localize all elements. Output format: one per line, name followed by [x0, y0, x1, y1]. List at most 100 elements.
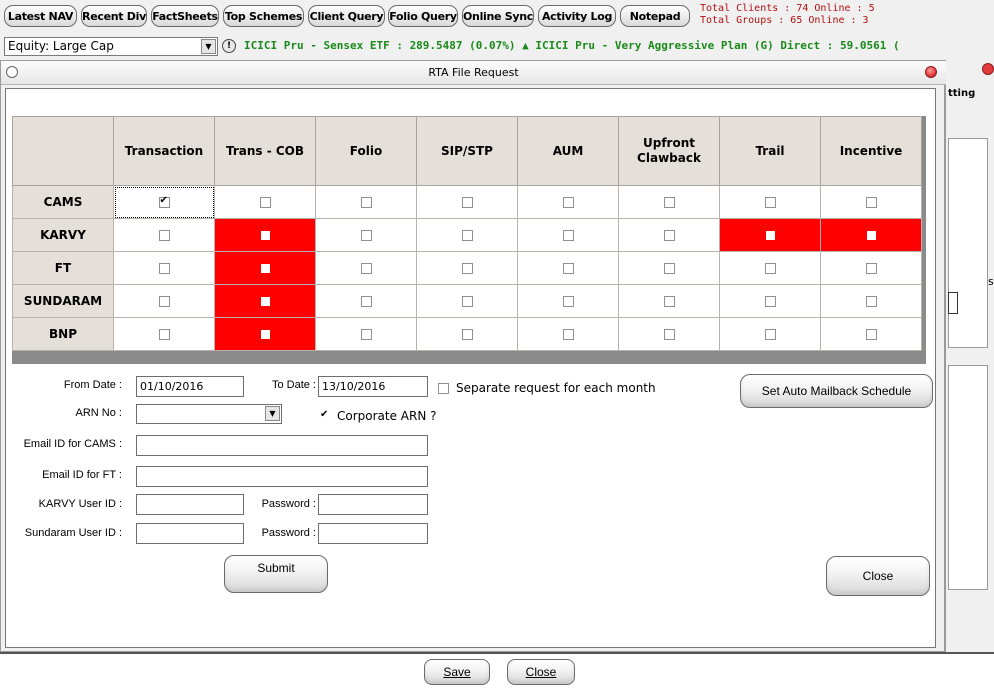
- category-select[interactable]: Equity: Large Cap ▼: [4, 37, 218, 56]
- grid-checkbox[interactable]: [360, 329, 372, 340]
- grid-cell[interactable]: [113, 317, 215, 351]
- grid-cell[interactable]: [820, 251, 922, 285]
- from-date-field[interactable]: 01/10/2016: [136, 376, 244, 397]
- grid-cell[interactable]: [618, 317, 720, 351]
- grid-cell[interactable]: [618, 185, 720, 219]
- grid-cell[interactable]: [820, 284, 922, 318]
- recent-div-button[interactable]: Recent Div: [81, 5, 147, 27]
- grid-cell[interactable]: [517, 317, 619, 351]
- chevron-down-icon[interactable]: ▼: [265, 406, 280, 421]
- grid-cell[interactable]: [214, 317, 316, 351]
- grid-cell[interactable]: [820, 185, 922, 219]
- corporate-arn-checkbox[interactable]: [319, 409, 330, 422]
- grid-cell[interactable]: [517, 218, 619, 252]
- grid-checkbox[interactable]: [260, 330, 270, 339]
- sundaram-user-field[interactable]: [136, 523, 244, 544]
- grid-cell[interactable]: [618, 218, 720, 252]
- grid-checkbox[interactable]: [562, 197, 574, 208]
- client-query-button[interactable]: Client Query: [308, 5, 385, 27]
- grid-checkbox[interactable]: [764, 263, 776, 274]
- grid-checkbox[interactable]: [663, 329, 675, 340]
- grid-cell[interactable]: [315, 218, 417, 252]
- close-button[interactable]: Close: [826, 556, 930, 596]
- grid-checkbox[interactable]: [360, 263, 372, 274]
- sundaram-password-field[interactable]: [318, 523, 428, 544]
- bottom-close-button[interactable]: Close: [507, 659, 575, 685]
- folio-query-button[interactable]: Folio Query: [388, 5, 458, 27]
- grid-checkbox[interactable]: [865, 296, 877, 307]
- grid-cell[interactable]: [820, 218, 922, 252]
- grid-cell[interactable]: [618, 251, 720, 285]
- grid-cell[interactable]: [315, 185, 417, 219]
- grid-cell[interactable]: [719, 317, 821, 351]
- grid-checkbox[interactable]: [663, 263, 675, 274]
- grid-cell[interactable]: [113, 284, 215, 318]
- grid-checkbox[interactable]: [260, 231, 270, 240]
- grid-checkbox[interactable]: [259, 197, 271, 208]
- grid-checkbox[interactable]: [158, 195, 170, 208]
- grid-checkbox[interactable]: [461, 296, 473, 307]
- grid-checkbox[interactable]: [663, 197, 675, 208]
- to-date-field[interactable]: 13/10/2016: [318, 376, 428, 397]
- grid-cell[interactable]: [113, 251, 215, 285]
- karvy-user-field[interactable]: [136, 494, 244, 515]
- grid-cell[interactable]: [315, 317, 417, 351]
- grid-cell[interactable]: [416, 185, 518, 219]
- grid-checkbox[interactable]: [461, 230, 473, 241]
- grid-checkbox[interactable]: [158, 263, 170, 274]
- grid-cell[interactable]: [315, 251, 417, 285]
- online-sync-button[interactable]: Online Sync: [462, 5, 534, 27]
- activity-log-button[interactable]: Activity Log: [538, 5, 616, 27]
- set-auto-mailback-button[interactable]: Set Auto Mailback Schedule: [740, 374, 933, 408]
- chevron-down-icon[interactable]: ▼: [201, 39, 216, 54]
- grid-checkbox[interactable]: [663, 230, 675, 241]
- grid-cell[interactable]: [517, 251, 619, 285]
- dialog-close-icon[interactable]: [925, 66, 937, 78]
- grid-checkbox[interactable]: [461, 197, 473, 208]
- separate-request-checkbox[interactable]: [438, 382, 449, 394]
- grid-cell[interactable]: [214, 284, 316, 318]
- grid-cell[interactable]: [214, 251, 316, 285]
- grid-cell[interactable]: [113, 218, 215, 252]
- grid-cell[interactable]: [820, 317, 922, 351]
- email-cams-field[interactable]: [136, 435, 428, 456]
- grid-checkbox[interactable]: [764, 329, 776, 340]
- grid-checkbox[interactable]: [562, 296, 574, 307]
- email-ft-field[interactable]: [136, 466, 428, 487]
- grid-cell[interactable]: [517, 185, 619, 219]
- grid-cell[interactable]: [113, 185, 215, 219]
- grid-checkbox[interactable]: [562, 230, 574, 241]
- top-schemes-button[interactable]: Top Schemes: [223, 5, 304, 27]
- arn-select[interactable]: ▼: [136, 404, 282, 424]
- grid-checkbox[interactable]: [260, 297, 270, 306]
- grid-cell[interactable]: [719, 251, 821, 285]
- factsheets-button[interactable]: FactSheets: [151, 5, 219, 27]
- grid-checkbox[interactable]: [764, 296, 776, 307]
- grid-checkbox[interactable]: [461, 329, 473, 340]
- grid-cell[interactable]: [517, 284, 619, 318]
- grid-checkbox[interactable]: [360, 197, 372, 208]
- grid-cell[interactable]: [719, 284, 821, 318]
- grid-checkbox[interactable]: [260, 264, 270, 273]
- separate-request-option[interactable]: Separate request for each month: [438, 381, 656, 395]
- grid-cell[interactable]: [416, 218, 518, 252]
- background-close-icon[interactable]: [982, 63, 994, 75]
- karvy-password-field[interactable]: [318, 494, 428, 515]
- save-button[interactable]: Save: [424, 659, 490, 685]
- grid-checkbox[interactable]: [562, 263, 574, 274]
- grid-checkbox[interactable]: [765, 231, 775, 240]
- info-icon[interactable]: !: [222, 39, 236, 53]
- grid-checkbox[interactable]: [158, 296, 170, 307]
- grid-cell[interactable]: [416, 317, 518, 351]
- grid-cell[interactable]: [719, 185, 821, 219]
- submit-button[interactable]: Submit: [224, 555, 328, 593]
- corporate-arn-option[interactable]: Corporate ARN ?: [319, 409, 437, 423]
- grid-checkbox[interactable]: [360, 230, 372, 241]
- grid-cell[interactable]: [416, 284, 518, 318]
- grid-checkbox[interactable]: [461, 263, 473, 274]
- grid-cell[interactable]: [214, 218, 316, 252]
- grid-checkbox[interactable]: [764, 197, 776, 208]
- grid-cell[interactable]: [315, 284, 417, 318]
- grid-checkbox[interactable]: [360, 296, 372, 307]
- window-menu-icon[interactable]: [6, 66, 18, 78]
